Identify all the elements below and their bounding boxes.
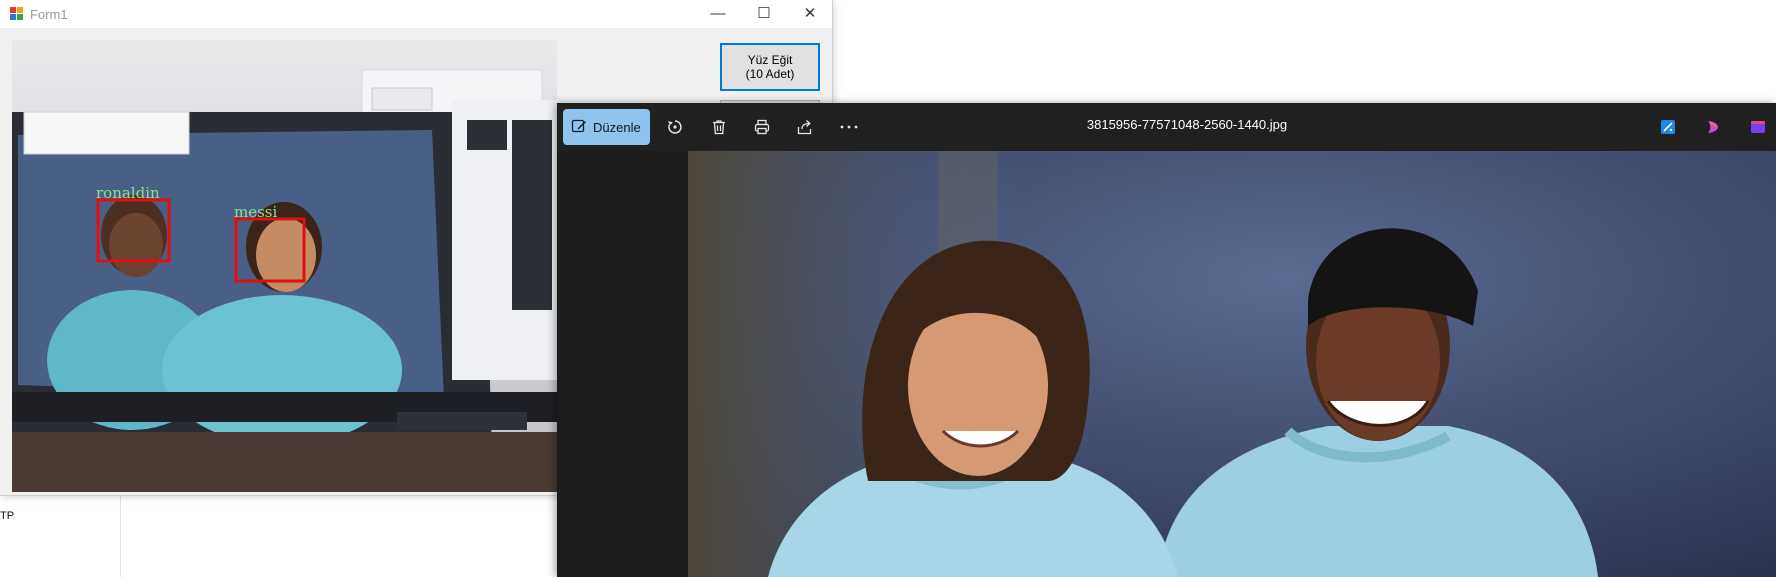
face-label-messi: messi	[234, 203, 277, 221]
rotate-icon	[668, 120, 682, 134]
train-faces-button[interactable]: Yüz Eğit (10 Adet)	[720, 43, 820, 91]
print-icon	[754, 119, 770, 135]
copilot-button[interactable]	[1701, 115, 1725, 139]
edit-button-label: Düzenle	[593, 119, 641, 135]
edit-icon	[571, 118, 587, 137]
app-icon	[10, 7, 24, 21]
close-icon: ✕	[803, 5, 817, 22]
maximize-button[interactable]: ☐	[741, 0, 787, 28]
trash-icon	[713, 120, 725, 135]
form1-titlebar[interactable]: Form1 — ☐ ✕	[0, 0, 832, 28]
minimize-button[interactable]: —	[695, 0, 741, 28]
desktop-text-fragment: TP	[0, 510, 15, 522]
photos-window: Düzenle 3815956-77571048-2560-1440.jpg	[557, 103, 1776, 577]
enhance-button[interactable]	[1656, 115, 1680, 139]
close-button[interactable]: ✕	[787, 0, 833, 28]
photo-viewer-image	[688, 151, 1776, 577]
camera-feed: ronaldin messi	[12, 40, 557, 492]
train-button-line1: Yüz Eğit	[747, 53, 793, 67]
photos-toolbar: Düzenle 3815956-77571048-2560-1440.jpg	[557, 103, 1776, 151]
enhance-icon	[1661, 120, 1675, 134]
clipchamp-button[interactable]	[1746, 115, 1770, 139]
train-button-line2: (10 Adet)	[745, 67, 795, 81]
window-title: Form1	[30, 7, 68, 22]
more-icon	[840, 125, 858, 129]
minimize-icon: —	[710, 5, 726, 22]
share-button[interactable]	[793, 115, 817, 139]
maximize-icon: ☐	[757, 5, 771, 22]
edit-button[interactable]: Düzenle	[563, 109, 650, 145]
share-icon	[797, 120, 812, 135]
more-button[interactable]	[837, 115, 861, 139]
clipchamp-icon	[1751, 121, 1765, 133]
copilot-icon	[1708, 121, 1718, 133]
face-label-ronaldinho: ronaldin	[96, 184, 160, 202]
file-name: 3815956-77571048-2560-1440.jpg	[1086, 117, 1288, 132]
print-button[interactable]	[750, 115, 774, 139]
rotate-button[interactable]	[663, 115, 687, 139]
delete-button[interactable]	[707, 115, 731, 139]
